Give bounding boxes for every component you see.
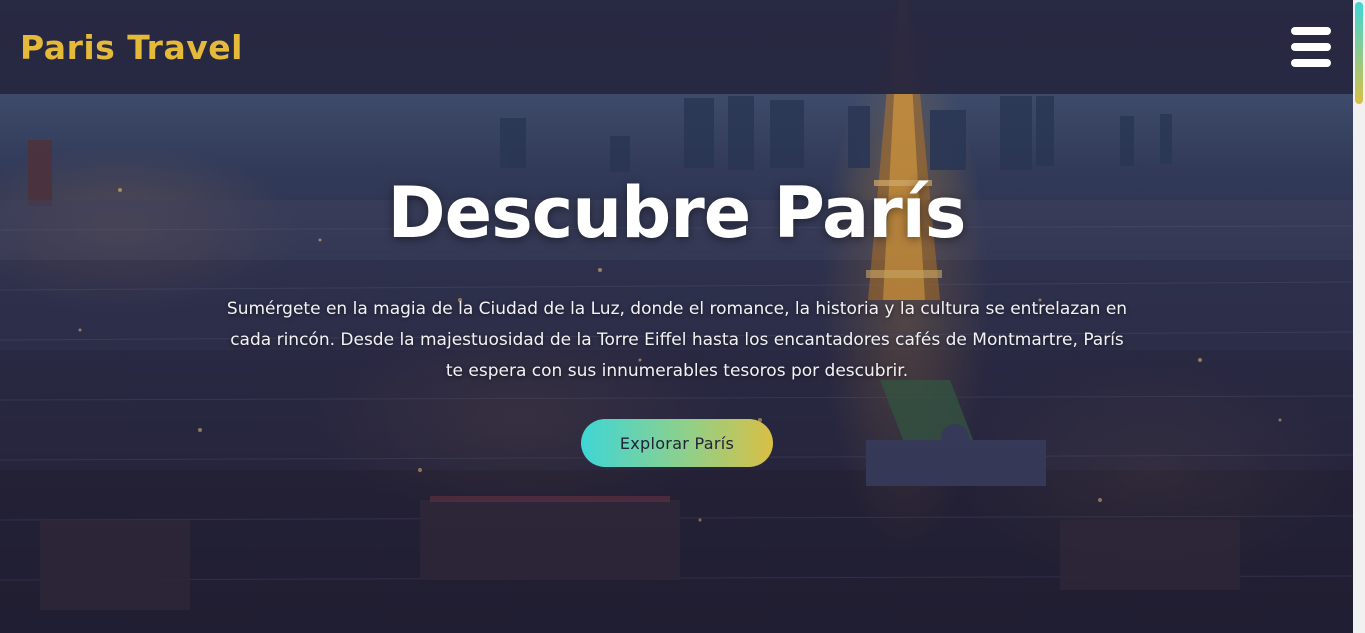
menu-bar [1291,27,1331,35]
menu-bar [1291,59,1331,67]
hero-description: Sumérgete en la magia de la Ciudad de la… [226,299,1128,381]
hero-title: Descubre París [387,172,967,254]
page: Paris Travel Descubre París Sumérgete en… [0,0,1365,633]
site-logo[interactable]: Paris Travel [20,28,243,67]
menu-bar [1291,43,1331,51]
hamburger-menu-icon[interactable] [1291,27,1333,67]
vertical-scrollbar[interactable] [1353,0,1365,633]
hero-section: Descubre París Sumérgete en la magia de … [0,94,1353,633]
site-header: Paris Travel [0,0,1353,94]
explore-paris-button[interactable]: Explorar París [581,419,773,467]
scrollbar-thumb[interactable] [1355,2,1363,104]
